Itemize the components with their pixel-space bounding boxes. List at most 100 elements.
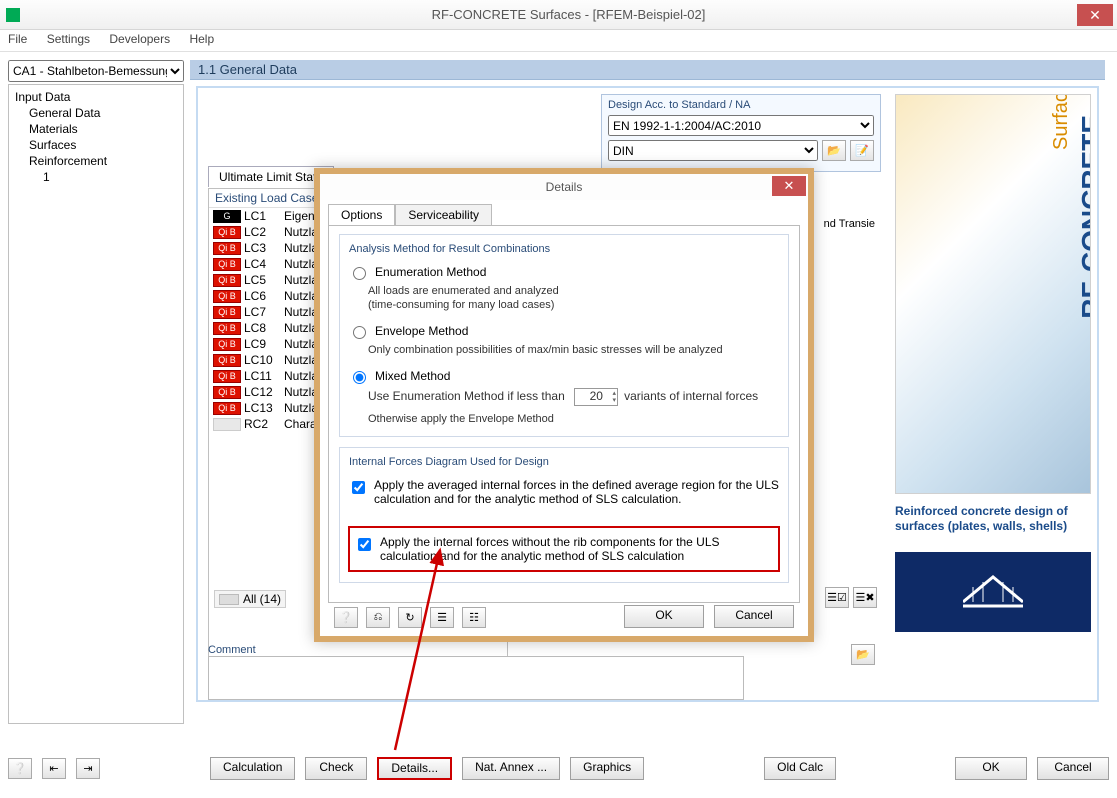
tree-surfaces[interactable]: Surfaces <box>15 137 177 153</box>
radio-enumeration-label: Enumeration Method <box>375 265 486 279</box>
calculation-button[interactable]: Calculation <box>210 757 295 780</box>
check-without-rib-label: Apply the internal forces without the ri… <box>380 535 774 563</box>
details-close-button[interactable]: ✕ <box>772 176 806 196</box>
envelope-sub: Only combination possibilities of max/mi… <box>348 343 780 357</box>
radio-envelope[interactable] <box>353 326 366 339</box>
menu-help[interactable]: Help <box>189 32 214 46</box>
help-icon-button[interactable]: ❔ <box>8 758 32 779</box>
lc-desc: Nutzla <box>284 273 318 287</box>
graphics-button[interactable]: Graphics <box>570 757 644 780</box>
check-button[interactable]: Check <box>305 757 367 780</box>
mixed-sub1: Use Enumeration Method if less than 20 v… <box>348 388 780 406</box>
prev-icon-button[interactable]: ⇤ <box>42 758 66 779</box>
lc-desc: Nutzla <box>284 369 318 383</box>
lc-desc: Nutzla <box>284 257 318 271</box>
case-combo[interactable]: CA1 - Stahlbeton-Bemessung <box>8 60 184 82</box>
check-averaged-forces[interactable] <box>352 481 365 494</box>
window-titlebar: RF-CONCRETE Surfaces - [RFEM-Beispiel-02… <box>0 0 1117 30</box>
mixed-variants-spinner[interactable]: 20 <box>574 388 618 406</box>
comment-aux-button[interactable]: 📂 <box>851 644 875 665</box>
lc-code: LC1 <box>244 209 284 223</box>
standard-select[interactable]: EN 1992-1-1:2004/AC:2010 <box>608 115 874 136</box>
design-standard-header: Design Acc. to Standard / NA <box>608 99 874 111</box>
tab-serviceability[interactable]: Serviceability <box>395 204 492 225</box>
tree-root[interactable]: Input Data <box>15 89 177 105</box>
lc-badge: Qi B <box>213 290 241 303</box>
selected-list-header-frag: nd Transie <box>824 218 875 230</box>
details-body: Analysis Method for Result Combinations … <box>328 225 800 603</box>
radio-mixed[interactable] <box>353 371 366 384</box>
details-button[interactable]: Details... <box>377 757 452 780</box>
enumeration-sub2: (time-consuming for many load cases) <box>348 298 780 312</box>
logo-text-2: Surfaces <box>1050 94 1073 150</box>
logo-text-1: RF-CONCRETE <box>1076 115 1091 319</box>
lc-badge: G <box>213 210 241 223</box>
lc-code: LC12 <box>244 385 284 399</box>
filter-color-chip <box>219 594 239 605</box>
logo-area: RF-CONCRETE Surfaces <box>895 94 1091 494</box>
open-icon-button[interactable]: 📂 <box>822 140 846 161</box>
lc-desc: Nutzla <box>284 337 318 351</box>
na-select[interactable]: DIN <box>608 140 818 161</box>
lc-tool-row: ☰☑ ☰✖ <box>825 587 877 608</box>
lc-desc: Nutzla <box>284 225 318 239</box>
lc-code: LC8 <box>244 321 284 335</box>
nat-annex-button[interactable]: Nat. Annex ... <box>462 757 560 780</box>
bridge-icon <box>963 572 1023 612</box>
highlighted-option: Apply the internal forces without the ri… <box>348 526 780 572</box>
lc-code: LC5 <box>244 273 284 287</box>
tree-reinforcement[interactable]: Reinforcement <box>15 153 177 169</box>
edit-icon-button[interactable]: 📝 <box>850 140 874 161</box>
tool-btn-1[interactable]: ☰☑ <box>825 587 849 608</box>
tool-btn-2[interactable]: ☰✖ <box>853 587 877 608</box>
lc-desc: Nutzla <box>284 385 318 399</box>
menu-settings[interactable]: Settings <box>47 32 90 46</box>
details-tool-2[interactable]: ⎌ <box>366 607 390 628</box>
tree-general-data[interactable]: General Data <box>15 105 177 121</box>
details-tool-1[interactable]: ❔ <box>334 607 358 628</box>
details-tool-4[interactable]: ☰ <box>430 607 454 628</box>
details-ok-button[interactable]: OK <box>624 605 704 628</box>
ok-button[interactable]: OK <box>955 757 1027 780</box>
mixed-sub2: Otherwise apply the Envelope Method <box>348 412 780 426</box>
lc-badge: Qi B <box>213 354 241 367</box>
lc-desc: Nutzla <box>284 289 318 303</box>
menu-developers[interactable]: Developers <box>109 32 170 46</box>
details-tool-5[interactable]: ☷ <box>462 607 486 628</box>
enumeration-sub1: All loads are enumerated and analyzed <box>348 284 780 298</box>
lc-badge: Qi B <box>213 338 241 351</box>
details-dialog-buttons: OK Cancel <box>624 605 794 628</box>
details-tabs: Options Serviceability <box>328 204 800 225</box>
app-icon <box>6 8 20 22</box>
lc-badge: Qi B <box>213 226 241 239</box>
menubar: File Settings Developers Help <box>0 30 1117 52</box>
analysis-method-group: Analysis Method for Result Combinations … <box>339 234 789 437</box>
radio-envelope-label: Envelope Method <box>375 324 468 338</box>
menu-file[interactable]: File <box>8 32 27 46</box>
comment-textarea[interactable] <box>208 656 744 700</box>
lc-badge: Qi B <box>213 402 241 415</box>
tab-options[interactable]: Options <box>328 204 395 225</box>
lc-badge: Qi B <box>213 258 241 271</box>
lc-code: LC3 <box>244 241 284 255</box>
logo-emblem <box>895 552 1091 632</box>
product-sidebar: RF-CONCRETE Surfaces Reinforced concrete… <box>895 94 1091 698</box>
radio-enumeration[interactable] <box>353 267 366 280</box>
window-title: RF-CONCRETE Surfaces - [RFEM-Beispiel-02… <box>26 7 1111 22</box>
tree-materials[interactable]: Materials <box>15 121 177 137</box>
cancel-button[interactable]: Cancel <box>1037 757 1109 780</box>
check-without-rib[interactable] <box>358 538 371 551</box>
lc-code: LC10 <box>244 353 284 367</box>
lc-desc: Nutzla <box>284 321 318 335</box>
details-cancel-button[interactable]: Cancel <box>714 605 794 628</box>
next-icon-button[interactable]: ⇥ <box>76 758 100 779</box>
lc-badge: Qi B <box>213 322 241 335</box>
comment-group: Comment <box>208 644 744 703</box>
filter-all-badge[interactable]: All (14) <box>214 590 286 608</box>
window-close-button[interactable]: ✕ <box>1077 4 1113 26</box>
old-calc-button[interactable]: Old Calc <box>764 757 836 780</box>
nav-tree[interactable]: Input Data General Data Materials Surfac… <box>8 84 184 724</box>
tree-reinforcement-1[interactable]: 1 <box>15 169 177 185</box>
details-tool-3[interactable]: ↻ <box>398 607 422 628</box>
check-averaged-forces-label: Apply the averaged internal forces in th… <box>374 478 780 506</box>
